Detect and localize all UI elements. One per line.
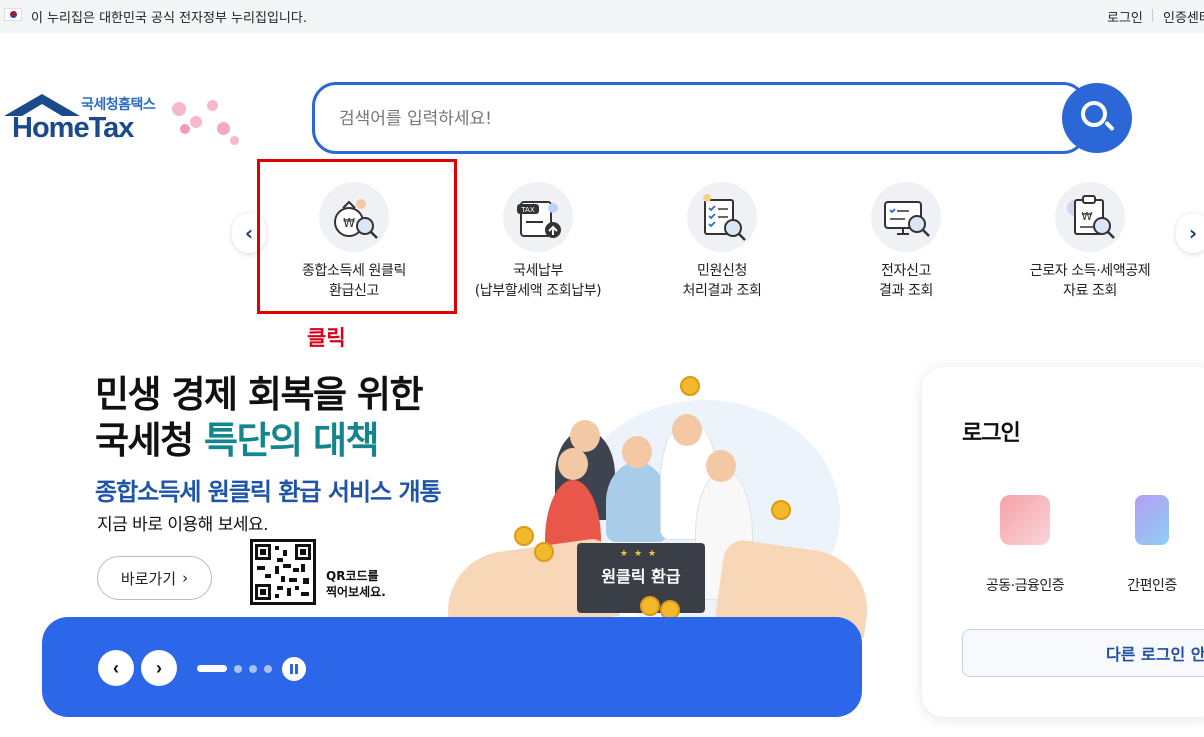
- quick-menu-label-line2: 자료 조회: [1063, 283, 1117, 299]
- search-box: [312, 82, 1087, 154]
- go-now-label: 바로가기: [120, 569, 177, 588]
- other-login-button[interactable]: 다른 로그인 안: [962, 629, 1204, 677]
- quick-menu-label-line2: (납부할세액 조회납부): [474, 283, 602, 299]
- quick-menu-label-line1: 전자신고: [881, 263, 931, 279]
- checklist-search-icon: [687, 182, 757, 252]
- banner-title-line2-b: 특단의 대책: [204, 419, 380, 462]
- chevron-left-icon: ‹: [113, 657, 119, 678]
- svg-text:TAX: TAX: [520, 206, 535, 214]
- qr-code-image: [250, 539, 316, 605]
- banner-title-line2-a: 국세청: [95, 419, 205, 462]
- coin-icon: [771, 500, 791, 520]
- joint-financial-cert-login[interactable]: 공동·금융인증: [970, 495, 1080, 595]
- chevron-right-icon: ›: [156, 657, 162, 678]
- clipboard-won-search-icon: ₩: [1055, 182, 1125, 252]
- search-input[interactable]: [339, 105, 1039, 133]
- quick-menu-label: 근로자 소득·세액공제 자료 조회: [1000, 261, 1180, 301]
- logo-title: HomeTax: [12, 112, 134, 144]
- login-panel-title: 로그인: [962, 421, 1021, 446]
- phone-auth-icon: [1135, 495, 1169, 545]
- click-highlight-box: [257, 159, 457, 314]
- banner-title-line1: 민생 경제 회복을 위한: [95, 373, 424, 416]
- quick-menu-item-tax-payment[interactable]: TAX 국세납부 (납부할세액 조회납부): [448, 180, 628, 310]
- gov-notice-text: 이 누리집은 대한민국 공식 전자정부 누리집입니다.: [31, 11, 307, 26]
- cherry-blossom-icon: [217, 122, 230, 135]
- divider: [1152, 9, 1153, 22]
- hometax-page: 이 누리집은 대한민국 공식 전자정부 누리집입니다. 로그인 인증센터 국세청…: [0, 0, 1204, 737]
- banner-description: 지금 바로 이용해 보세요.: [97, 515, 269, 535]
- banner-title: 민생 경제 회복을 위한 국세청 특단의 대책: [95, 372, 424, 464]
- coin-icon: [640, 596, 660, 616]
- person-figure: [606, 462, 668, 542]
- qr-note: QR코드를 찍어보세요.: [326, 568, 386, 600]
- simple-auth-login[interactable]: 간편인증: [1100, 495, 1204, 595]
- quick-menu-label: 민원신청 처리결과 조회: [632, 261, 812, 301]
- click-annotation: 클릭: [307, 326, 346, 350]
- person-head: [622, 436, 652, 468]
- quick-menu-label-line1: 국세납부: [513, 263, 563, 279]
- gov-notice-bar: 이 누리집은 대한민국 공식 전자정부 누리집입니다. 로그인 인증센터: [0, 0, 1204, 33]
- search-icon: [1081, 101, 1107, 127]
- chevron-left-icon: ‹: [244, 221, 254, 245]
- chevron-right-icon: ›: [182, 569, 189, 587]
- quick-menu-label-line2: 처리결과 조회: [682, 283, 762, 299]
- korea-flag-icon: [4, 8, 22, 21]
- pause-button[interactable]: [282, 657, 306, 681]
- quick-menu-label-line2: 결과 조회: [879, 283, 933, 299]
- person-head: [558, 448, 588, 480]
- quick-menu-item-e-filing-result[interactable]: 전자신고 결과 조회: [816, 180, 996, 310]
- cherry-blossom-icon: [172, 102, 186, 116]
- quick-menu-item-civil-petition[interactable]: 민원신청 처리결과 조회: [632, 180, 812, 310]
- search-button[interactable]: [1062, 83, 1132, 153]
- quick-menu-label-line1: 근로자 소득·세액공제: [1029, 263, 1151, 279]
- top-login-link[interactable]: 로그인: [1107, 7, 1143, 26]
- banner-prev-button[interactable]: ‹: [98, 650, 134, 686]
- monitor-search-icon: [871, 182, 941, 252]
- quick-menu-label: 전자신고 결과 조회: [816, 261, 996, 301]
- person-head: [672, 414, 702, 446]
- sign-text: 원클릭 환급: [601, 567, 681, 586]
- banner-next-button[interactable]: ›: [141, 650, 177, 686]
- coin-icon: [534, 542, 554, 562]
- qr-note-line2: 찍어보세요.: [326, 585, 386, 599]
- star-icons: ★★★: [619, 549, 663, 559]
- joint-financial-cert-label: 공동·금융인증: [985, 578, 1065, 594]
- cherry-blossom-icon: [180, 124, 190, 134]
- simple-auth-label: 간편인증: [1127, 578, 1177, 594]
- cherry-blossom-icon: [230, 136, 239, 145]
- person-head: [706, 450, 736, 482]
- banner-subtitle: 종합소득세 원클릭 환급 서비스 개통: [95, 478, 442, 506]
- tax-document-upload-icon: TAX: [503, 182, 573, 252]
- certificate-card-icon: [1000, 495, 1050, 545]
- slide-indicator-active[interactable]: [197, 665, 227, 672]
- coin-icon: [514, 526, 534, 546]
- go-now-button[interactable]: 바로가기 ›: [97, 556, 212, 600]
- quick-menu-item-worker-deduction[interactable]: ₩ 근로자 소득·세액공제 자료 조회: [1000, 180, 1180, 310]
- qr-note-line1: QR코드를: [326, 569, 379, 583]
- cherry-blossom-icon: [190, 116, 202, 128]
- coin-icon: [680, 376, 700, 396]
- slide-indicator[interactable]: [249, 665, 257, 673]
- cert-center-link[interactable]: 인증센터: [1163, 7, 1204, 26]
- quick-menu-label-line1: 민원신청: [697, 263, 747, 279]
- svg-text:₩: ₩: [1082, 210, 1093, 223]
- slide-indicator[interactable]: [234, 665, 242, 673]
- hometax-logo[interactable]: 국세청홈택스 HomeTax: [2, 92, 247, 152]
- slide-indicator[interactable]: [264, 665, 272, 673]
- chevron-right-icon: ›: [1188, 221, 1198, 245]
- cherry-blossom-icon: [207, 100, 218, 111]
- quick-menu-label: 국세납부 (납부할세액 조회납부): [448, 261, 628, 301]
- banner-title-line2: 국세청 특단의 대책: [95, 418, 422, 464]
- search-icon-handle: [1104, 120, 1115, 132]
- logo-subtitle: 국세청홈택스: [81, 97, 156, 113]
- quick-menu-next-button[interactable]: ›: [1176, 213, 1204, 253]
